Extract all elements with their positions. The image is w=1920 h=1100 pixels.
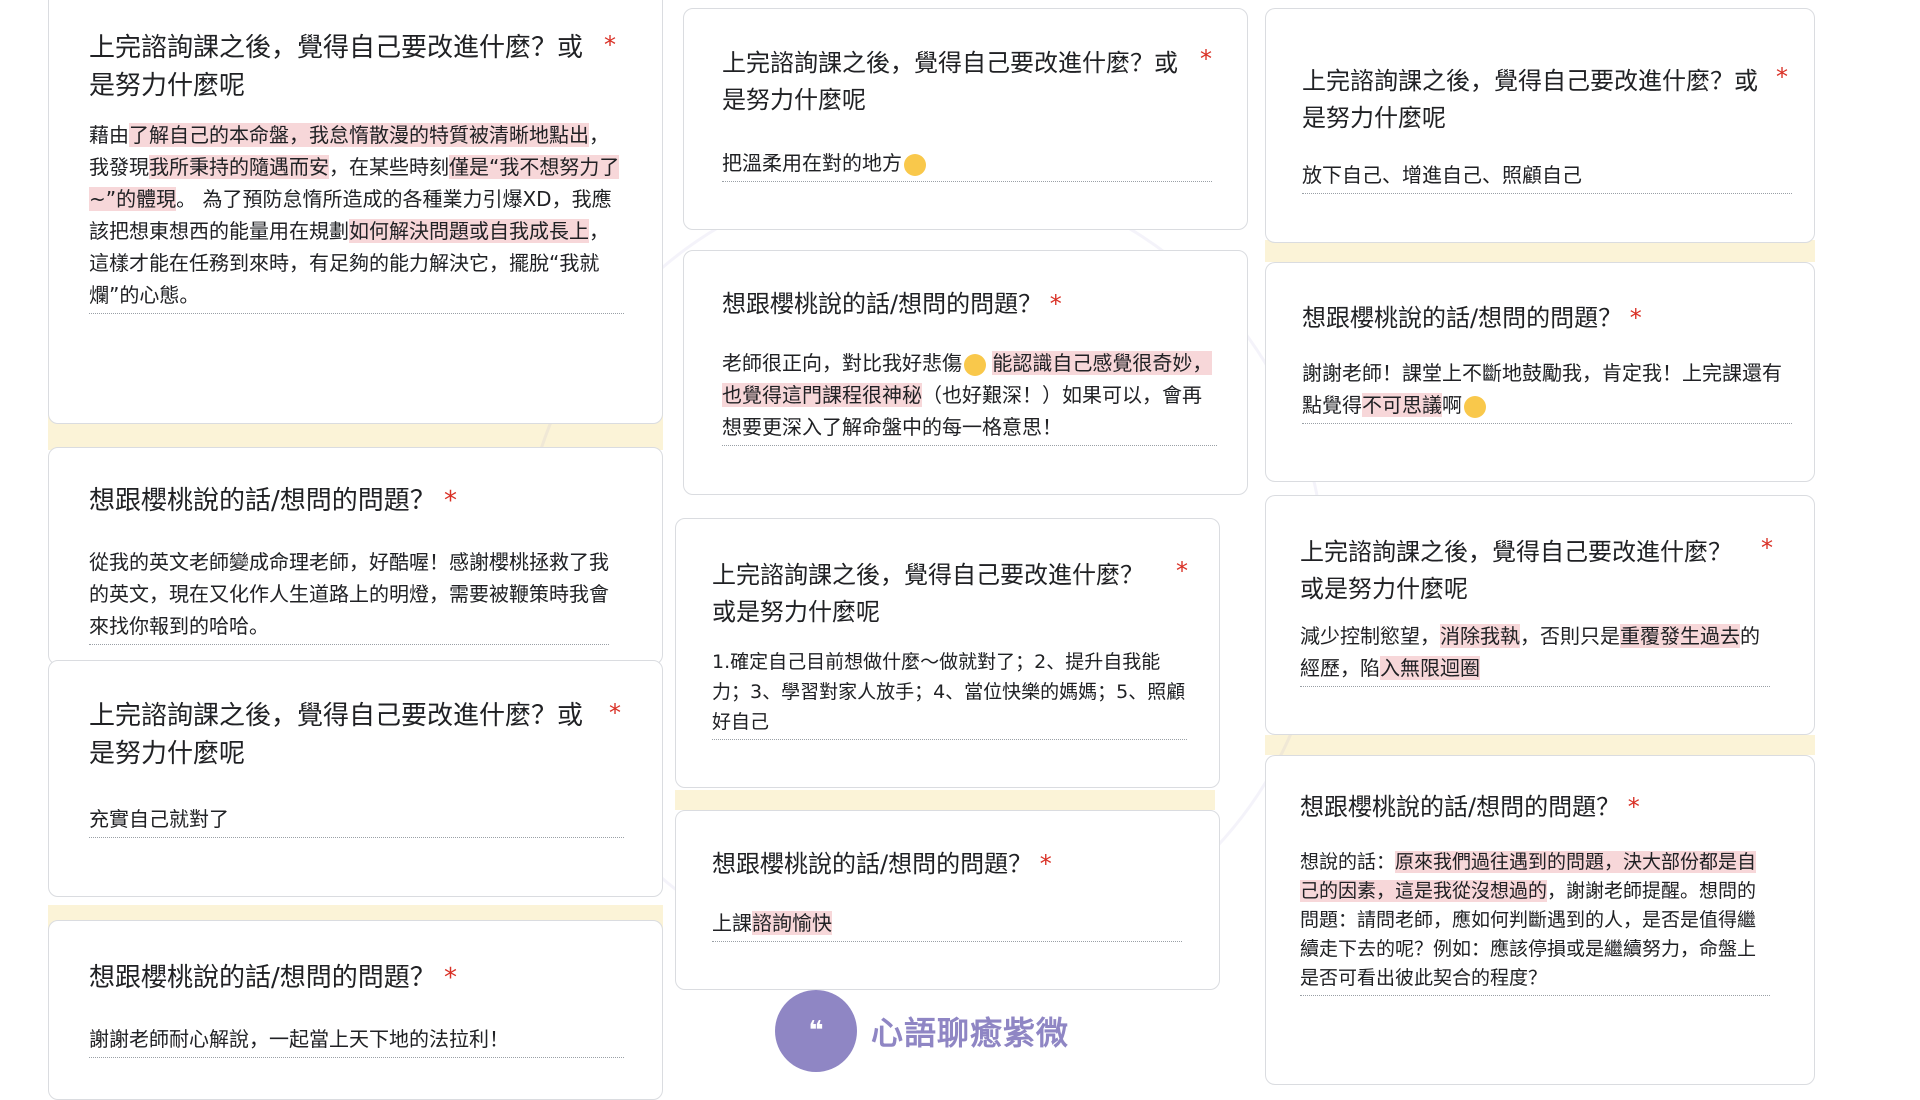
form-card: 上完諮詢課之後，覺得自己要改進什麼？或是努力什麼呢 * 把溫柔用在對的地方 (683, 8, 1248, 230)
answer-text: 藉由了解自己的本命盤，我怠惰散漫的特質被清晰地點出，我發現我所秉持的隨遇而安，在… (89, 119, 624, 314)
question-title: 想跟櫻桃說的話/想問的問題？ * (89, 963, 458, 993)
answer-text: 老師很正向，對比我好悲傷 能認識自己感覺很奇妙，也覺得這門課程很神秘（也好艱深！… (722, 347, 1217, 446)
question-title: 上完諮詢課之後，覺得自己要改進什麼？或是努力什麼呢 (712, 561, 1144, 626)
form-card: 想跟櫻桃說的話/想問的問題？ * 想說的話：原來我們過往遇到的問題，決大部份都是… (1265, 755, 1815, 1085)
form-card: 想跟櫻桃說的話/想問的問題？ * 老師很正向，對比我好悲傷 能認識自己感覺很奇妙… (683, 250, 1248, 495)
answer-text: 放下自己、增進自己、照顧自己 (1302, 159, 1792, 194)
question-title: 上完諮詢課之後，覺得自己要改進什麼？或是努力什麼呢 (1300, 538, 1732, 603)
form-card: 上完諮詢課之後，覺得自己要改進什麼？或是努力什麼呢 * 放下自己、增進自己、照顧… (1265, 8, 1815, 243)
question-title: 想跟櫻桃說的話/想問的問題？ * (712, 850, 1052, 878)
required-mark: * (609, 699, 621, 727)
bg-band (1265, 240, 1815, 262)
answer-text: 1.確定自己目前想做什麼～做就對了；2、提升自我能力；3、學習對家人放手；4、當… (712, 647, 1187, 740)
bg-band (675, 790, 1215, 810)
form-card: 想跟櫻桃說的話/想問的問題？ * 謝謝老師！課堂上不斷地鼓勵我，肯定我！上完課還… (1265, 262, 1815, 482)
question-title: 想跟櫻桃說的話/想問的問題？ * (1302, 304, 1642, 332)
question-title: 上完諮詢課之後，覺得自己要改進什麼？或是努力什麼呢 (89, 701, 584, 769)
required-mark: * (1761, 534, 1773, 562)
required-mark: * (1200, 45, 1212, 73)
required-mark: * (1776, 63, 1788, 91)
form-card: 想跟櫻桃說的話/想問的問題？ * 謝謝老師耐心解說，一起當上天下地的法拉利！ (48, 920, 663, 1100)
answer-text: 上課諮詢愉快 (712, 907, 1182, 942)
question-title: 上完諮詢課之後，覺得自己要改進什麼？或是努力什麼呢 (1302, 67, 1758, 132)
form-card: 想跟櫻桃說的話/想問的問題？ * 上課諮詢愉快 (675, 810, 1220, 990)
answer-text: 想說的話：原來我們過往遇到的問題，決大部份都是自己的因素，這是我從沒想過的，謝謝… (1300, 848, 1770, 996)
chat-bubble-icon: ❝ (775, 990, 857, 1072)
question-title: 想跟櫻桃說的話/想問的問題？ * (1300, 793, 1640, 821)
form-card: 上完諮詢課之後，覺得自己要改進什麼？或是努力什麼呢 * 藉由了解自己的本命盤，我… (48, 0, 663, 424)
required-mark: * (1176, 557, 1188, 585)
answer-text: 謝謝老師耐心解說，一起當上天下地的法拉利！ (89, 1023, 624, 1058)
answer-text: 充實自己就對了 (89, 803, 624, 838)
sad-face-icon (964, 353, 986, 376)
question-title: 想跟櫻桃說的話/想問的問題？ * (89, 486, 458, 516)
brand-logo: ❝ 心語聊癒紫微 (775, 990, 1069, 1072)
form-card: 上完諮詢課之後，覺得自己要改進什麼？或是努力什麼呢 * 減少控制慾望，消除我執，… (1265, 495, 1815, 735)
required-mark: * (604, 31, 616, 59)
form-card: 想跟櫻桃說的話/想問的問題？ * 從我的英文老師變成命理老師，好酷喔！感謝櫻桃拯… (48, 447, 663, 665)
bg-band (1265, 735, 1815, 755)
answer-text: 減少控制慾望，消除我執，否則只是重覆發生過去的經歷，陷入無限迴圈 (1300, 620, 1770, 687)
answer-text: 謝謝老師！課堂上不斷地鼓勵我，肯定我！上完課還有點覺得不可思議啊 (1302, 357, 1792, 424)
form-card: 上完諮詢課之後，覺得自己要改進什麼？或是努力什麼呢 * 充實自己就對了 (48, 660, 663, 897)
answer-text: 從我的英文老師變成命理老師，好酷喔！感謝櫻桃拯救了我的英文，現在又化作人生道路上… (89, 546, 609, 645)
answer-text: 把溫柔用在對的地方 (722, 147, 1212, 182)
form-card: 上完諮詢課之後，覺得自己要改進什麼？或是努力什麼呢 * 1.確定自己目前想做什麼… (675, 518, 1220, 788)
sad-face-icon (904, 153, 926, 176)
blushing-face-icon (1464, 395, 1486, 418)
brand-name: 心語聊癒紫微 (871, 1014, 1070, 1052)
question-title: 上完諮詢課之後，覺得自己要改進什麼？或是努力什麼呢 (722, 49, 1178, 114)
question-title: 想跟櫻桃說的話/想問的問題？ * (722, 290, 1062, 318)
question-title: 上完諮詢課之後，覺得自己要改進什麼？或是努力什麼呢 (89, 33, 584, 101)
